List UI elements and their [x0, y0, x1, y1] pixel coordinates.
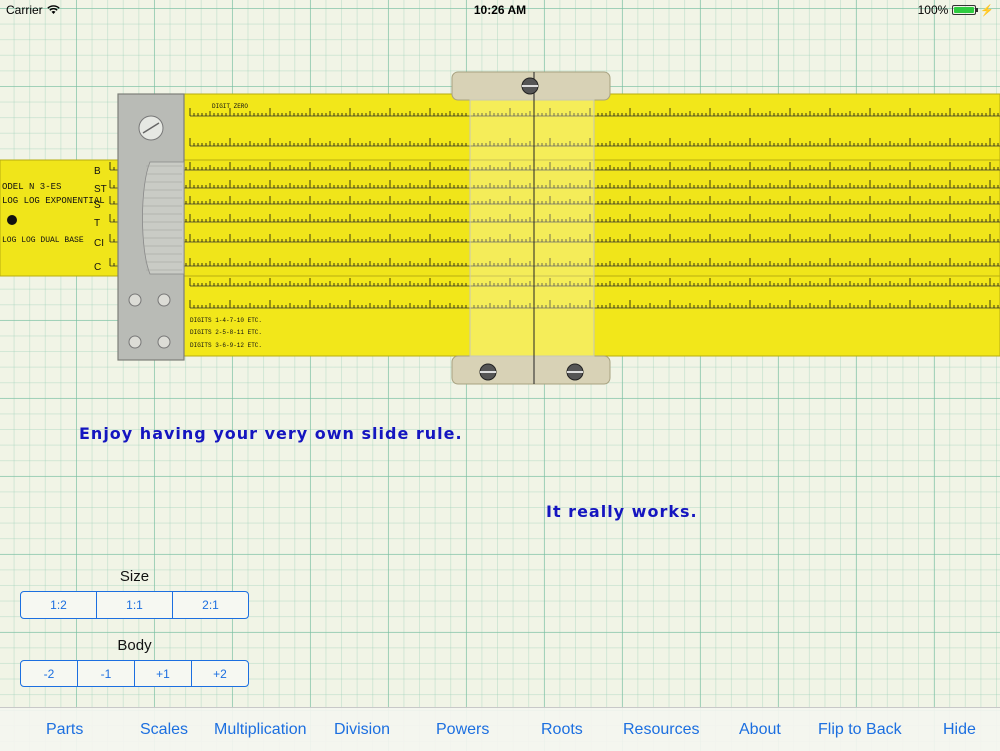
- tab-parts[interactable]: Parts: [46, 721, 83, 739]
- body-segmented-control[interactable]: -2 -1 +1 +2: [20, 660, 249, 687]
- tab-division[interactable]: Division: [334, 721, 390, 739]
- size-title: Size: [119, 568, 150, 585]
- body-option-plus-1[interactable]: +1: [134, 661, 191, 686]
- body-option-minus-1[interactable]: -1: [77, 661, 134, 686]
- scale-letter: ST: [94, 184, 107, 195]
- caption-works: It really works.: [546, 502, 698, 521]
- size-segmented-control[interactable]: 1:2 1:1 2:1: [20, 591, 249, 619]
- status-time: 10:26 AM: [473, 3, 527, 17]
- body-title: Body: [117, 637, 152, 654]
- body-option-minus-2[interactable]: -2: [21, 661, 77, 686]
- bottom-toolbar: Parts Scales Multiplication Division Pow…: [0, 707, 1000, 751]
- rule-base-label: LOG LOG DUAL BASE: [2, 236, 84, 245]
- tab-flip-to-back[interactable]: Flip to Back: [818, 721, 902, 739]
- tab-roots[interactable]: Roots: [541, 721, 583, 739]
- battery-percent: 100%: [917, 3, 949, 17]
- tab-about[interactable]: About: [739, 721, 781, 739]
- body-option-plus-2[interactable]: +2: [191, 661, 248, 686]
- scale-letter: C: [94, 262, 101, 273]
- left-bracket: [117, 93, 185, 361]
- size-option-2-1[interactable]: 2:1: [172, 592, 248, 618]
- scale-letter: T: [94, 218, 100, 229]
- scale-letter: B: [94, 166, 101, 177]
- tab-hide[interactable]: Hide: [943, 721, 976, 739]
- cursor[interactable]: [451, 71, 611, 385]
- slide-rule[interactable]: KABSTSTCICDDI ODEL N 3-ES LOG LOG EXPONE…: [0, 70, 1000, 390]
- tab-powers[interactable]: Powers: [436, 721, 489, 739]
- tab-scales[interactable]: Scales: [140, 721, 188, 739]
- digits-label-3: DIGITS 3-6-9-12 ETC.: [190, 342, 262, 349]
- size-option-1-2[interactable]: 1:2: [21, 592, 96, 618]
- rule-model-label: ODEL N 3-ES: [2, 182, 61, 192]
- caption-enjoy: Enjoy having your very own slide rule.: [79, 424, 463, 443]
- rule-type-label: LOG LOG EXPONENTIAL: [2, 196, 105, 206]
- charging-icon: ⚡: [980, 4, 994, 17]
- rule-rivet-hole: [7, 215, 17, 225]
- digits-label-1: DIGITS 1-4-7-10 ETC.: [190, 317, 262, 324]
- tab-resources[interactable]: Resources: [623, 721, 699, 739]
- scale-letter: CI: [94, 238, 104, 249]
- status-bar: Carrier 10:26 AM 100% ⚡: [0, 0, 1000, 20]
- status-right: 100% ⚡: [918, 3, 994, 17]
- digits-label-2: DIGITS 2-5-8-11 ETC.: [190, 329, 262, 336]
- size-option-1-1[interactable]: 1:1: [96, 592, 172, 618]
- tab-multiplication[interactable]: Multiplication: [214, 721, 306, 739]
- battery-icon: [952, 5, 979, 15]
- digit-zero-label: DIGIT ZERO: [212, 103, 248, 110]
